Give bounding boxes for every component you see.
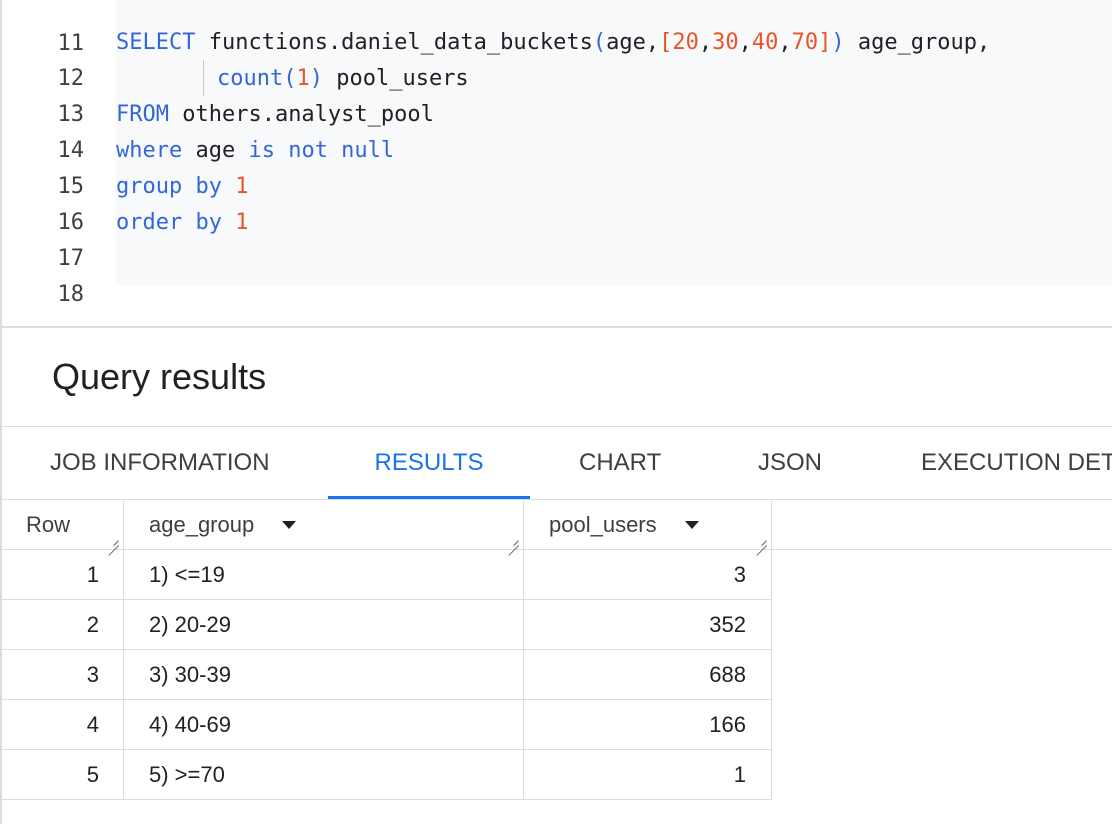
sql-editor[interactable]: 11 12 SELECT functions.daniel_data_bucke… bbox=[0, 0, 1112, 326]
keyword-where: where bbox=[116, 138, 183, 163]
table-row[interactable]: 5 5) >=70 1 bbox=[2, 750, 772, 800]
results-tabs: JOB INFORMATION RESULTS CHART JSON EXECU… bbox=[2, 426, 1112, 500]
number-literal: 70 bbox=[791, 30, 819, 55]
tab-execution-details[interactable]: EXECUTION DETAILS bbox=[921, 427, 1112, 499]
table-row[interactable]: 3 3) 30-39 688 bbox=[2, 650, 772, 700]
code-text: count(1) pool_users bbox=[217, 61, 469, 97]
tab-results[interactable]: RESULTS bbox=[328, 427, 530, 499]
editor-line: 14 FROM others.analyst_pool bbox=[2, 97, 1112, 163]
keyword-group-by: group by bbox=[116, 174, 222, 199]
keyword-from: FROM bbox=[116, 102, 169, 127]
number-literal: 20 bbox=[672, 30, 699, 55]
comma: , bbox=[698, 30, 713, 55]
column-age: age bbox=[182, 138, 249, 163]
arrow-drop-down-icon[interactable] bbox=[685, 521, 699, 529]
code-text: SELECT functions.daniel_data_buckets(age… bbox=[116, 25, 990, 61]
row-number: 5 bbox=[2, 750, 124, 800]
column-header-pool-users[interactable]: pool_users bbox=[524, 500, 772, 550]
row-number: 1 bbox=[2, 550, 124, 600]
function-name: functions.daniel_data_buckets bbox=[208, 30, 593, 55]
editor-line: 11 bbox=[2, 0, 1112, 56]
table-name: others.analyst_pool bbox=[168, 102, 434, 127]
comma: , bbox=[778, 30, 792, 55]
column-age: age, bbox=[606, 30, 660, 55]
bracket: [ bbox=[659, 30, 673, 55]
table-row[interactable]: 2 2) 20-29 352 bbox=[2, 600, 772, 650]
cell-pool-users[interactable]: 166 bbox=[524, 700, 772, 750]
paren: ( bbox=[592, 30, 607, 55]
cell-age-group[interactable]: 4) 40-69 bbox=[124, 700, 524, 750]
number-literal: 1 bbox=[221, 210, 249, 235]
tab-job-information[interactable]: JOB INFORMATION bbox=[50, 427, 270, 499]
arrow-drop-down-icon[interactable] bbox=[282, 521, 296, 529]
code-text: group by 1 bbox=[116, 169, 248, 205]
query-results-panel: Query results JOB INFORMATION RESULTS CH… bbox=[0, 326, 1112, 824]
keyword-is-not-null: is not null bbox=[248, 138, 395, 163]
paren: ) bbox=[831, 30, 845, 55]
column-resize-icon[interactable] bbox=[755, 534, 767, 546]
cell-pool-users[interactable]: 3 bbox=[524, 550, 772, 600]
editor-line: 15 where age is not null bbox=[2, 133, 1112, 199]
editor-line: 16 group by 1 bbox=[2, 169, 1112, 235]
keyword-order-by: order by bbox=[116, 210, 222, 235]
number-literal: 30 bbox=[712, 30, 739, 55]
function-count: count( bbox=[217, 66, 297, 91]
table-header: Row age_group pool_users bbox=[2, 500, 1112, 550]
row-number: 4 bbox=[2, 700, 124, 750]
column-header-label: pool_users bbox=[549, 512, 657, 537]
editor-line: 12 SELECT functions.daniel_data_buckets(… bbox=[2, 25, 1112, 91]
row-number: 2 bbox=[2, 600, 124, 650]
cell-pool-users[interactable]: 352 bbox=[524, 600, 772, 650]
column-header-label: Row bbox=[26, 512, 71, 537]
number-literal: 1 bbox=[296, 66, 310, 91]
keyword-select: SELECT bbox=[116, 30, 196, 55]
bracket: ] bbox=[818, 30, 832, 55]
cell-age-group[interactable]: 5) >=70 bbox=[124, 750, 524, 800]
code-text: order by 1 bbox=[116, 205, 248, 241]
cell-pool-users[interactable]: 1 bbox=[524, 750, 772, 800]
query-results-title: Query results bbox=[52, 356, 267, 397]
number-literal: 1 bbox=[221, 174, 249, 199]
code-text: FROM others.analyst_pool bbox=[116, 97, 434, 133]
code-text: where age is not null bbox=[116, 133, 394, 169]
editor-line: 13 count(1) pool_users bbox=[2, 61, 1112, 127]
cell-age-group[interactable]: 1) <=19 bbox=[124, 550, 524, 600]
comma: , bbox=[738, 30, 752, 55]
line-number: 18 bbox=[57, 282, 85, 307]
column-resize-icon[interactable] bbox=[507, 534, 519, 546]
tab-json[interactable]: JSON bbox=[758, 427, 822, 499]
table-row[interactable]: 1 1) <=19 3 bbox=[2, 550, 772, 600]
cell-age-group[interactable]: 2) 20-29 bbox=[124, 600, 524, 650]
cell-age-group[interactable]: 3) 30-39 bbox=[124, 650, 524, 700]
column-header-row: Row bbox=[2, 500, 124, 550]
table-row[interactable]: 4 4) 40-69 166 bbox=[2, 700, 772, 750]
column-header-label: age_group bbox=[149, 512, 255, 537]
paren: ) bbox=[309, 66, 323, 91]
cell-pool-users[interactable]: 688 bbox=[524, 650, 772, 700]
number-literal: 40 bbox=[751, 30, 779, 55]
editor-line: 17 order by 1 bbox=[2, 205, 1112, 271]
alias-age-group: age_group, bbox=[844, 30, 991, 55]
row-number: 3 bbox=[2, 650, 124, 700]
tab-chart[interactable]: CHART bbox=[579, 427, 661, 499]
alias-pool-users: pool_users bbox=[322, 66, 469, 91]
editor-line: 18 bbox=[2, 241, 1112, 307]
column-header-age-group[interactable]: age_group bbox=[124, 500, 524, 550]
column-resize-icon[interactable] bbox=[107, 534, 119, 546]
